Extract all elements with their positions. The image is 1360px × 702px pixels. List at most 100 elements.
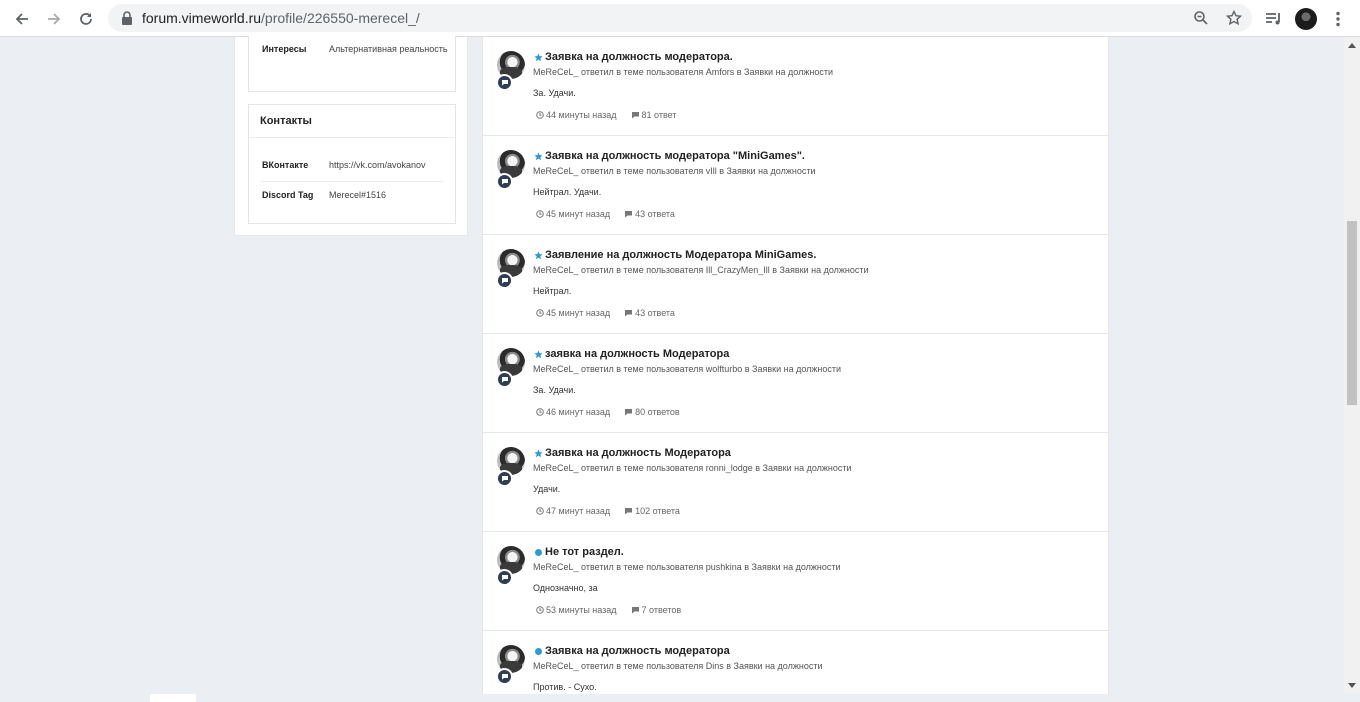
- list-item: Заявка на должность модератора MeReCeL_ …: [483, 631, 1108, 694]
- profile-sidebar: Интересы Альтернативная реальность Конта…: [234, 36, 468, 236]
- item-replies-text: 102 ответа: [635, 506, 680, 516]
- item-time-text[interactable]: 44 минуты назад: [546, 110, 617, 120]
- item-title[interactable]: Заявка на должность модератора.: [545, 51, 733, 63]
- item-replies-text: 43 ответа: [635, 308, 675, 318]
- item-time-text[interactable]: 47 минут назад: [546, 506, 610, 516]
- reload-button[interactable]: [74, 7, 98, 31]
- url-text[interactable]: forum.vimeworld.ru/profile/226550-merece…: [142, 10, 420, 26]
- item-time-text[interactable]: 53 минуты назад: [546, 605, 617, 615]
- item-title[interactable]: заявка на должность Модератора: [545, 348, 729, 360]
- item-title[interactable]: Заявление на должность Модератора MiniGa…: [545, 249, 816, 261]
- url-path: /profile/226550-merecel_/: [261, 10, 420, 26]
- item-title-row: заявка на должность Модератора: [533, 348, 729, 360]
- zoom-icon[interactable]: [1192, 9, 1210, 27]
- item-meta: MeReCeL_ ответил в теме пользователя pus…: [533, 562, 841, 572]
- item-time: 47 минут назад: [535, 506, 610, 516]
- clock-icon: [535, 309, 544, 318]
- comment-icon: [496, 272, 513, 289]
- contacts-card: Контакты ВКонтакте https://vk.com/avokan…: [248, 104, 456, 224]
- profile-button[interactable]: [1294, 7, 1318, 31]
- contacts-title: Контакты: [260, 115, 312, 127]
- scrollbar-thumb[interactable]: [1347, 221, 1357, 405]
- comment-icon: [631, 606, 640, 615]
- item-snippet: Удачи.: [533, 484, 561, 494]
- item-title[interactable]: Не тот раздел.: [545, 546, 624, 558]
- featured-star-icon: [533, 52, 543, 62]
- more-vertical-icon: [1336, 11, 1340, 27]
- item-snippet: За. Удачи.: [533, 88, 576, 98]
- list-item: Заявление на должность Модератора MiniGa…: [483, 235, 1108, 334]
- media-control-button[interactable]: [1262, 7, 1286, 31]
- profile-avatar: [1295, 8, 1317, 30]
- comment-icon: [496, 569, 513, 586]
- menu-button[interactable]: [1326, 7, 1350, 31]
- item-replies: 43 ответа: [624, 209, 675, 219]
- item-stats: 45 минут назад 43 ответа: [535, 209, 675, 219]
- item-title-row: Заявление на должность Модератора MiniGa…: [533, 249, 816, 261]
- item-time: 45 минут назад: [535, 308, 610, 318]
- item-title-row: Заявка на должность модератора "MiniGame…: [533, 150, 805, 162]
- item-title-row: Заявка на должность модератора.: [533, 51, 733, 63]
- item-meta: MeReCeL_ ответил в теме пользователя Amf…: [533, 67, 834, 77]
- item-title-row: Не тот раздел.: [533, 546, 624, 558]
- comment-icon: [496, 470, 513, 487]
- lock-icon[interactable]: [118, 9, 136, 27]
- item-stats: 44 минуты назад 81 ответ: [535, 110, 677, 120]
- item-title[interactable]: Заявка на должность модератора "MiniGame…: [545, 150, 805, 162]
- item-time-text[interactable]: 45 минут назад: [546, 308, 610, 318]
- browser-toolbar: forum.vimeworld.ru/profile/226550-merece…: [0, 0, 1360, 37]
- item-time-text[interactable]: 45 минут назад: [546, 209, 610, 219]
- item-replies: 7 ответов: [631, 605, 681, 615]
- item-time: 53 минуты назад: [535, 605, 617, 615]
- list-item: заявка на должность Модератора MeReCeL_ …: [483, 334, 1108, 433]
- item-meta: MeReCeL_ ответил в теме пользователя wol…: [533, 364, 842, 374]
- arrow-right-icon: [48, 13, 61, 25]
- featured-star-icon: [533, 349, 543, 359]
- item-replies: 43 ответа: [624, 308, 675, 318]
- item-stats: 53 минуты назад 7 ответов: [535, 605, 681, 615]
- featured-star-icon: [533, 151, 543, 161]
- item-title-row: Заявка на должность модератора: [533, 645, 730, 657]
- page-scrollbar[interactable]: [1344, 37, 1360, 694]
- interests-label: Интересы: [262, 44, 307, 54]
- bottom-tab: [150, 694, 196, 702]
- unread-dot-icon: [533, 646, 543, 656]
- comment-icon: [496, 668, 513, 685]
- contact-value-vk[interactable]: https://vk.com/avokanov: [329, 159, 449, 172]
- clock-icon: [535, 408, 544, 417]
- item-replies: 102 ответа: [624, 506, 680, 516]
- playlist-icon: [1266, 13, 1280, 25]
- comment-icon: [624, 408, 633, 417]
- featured-star-icon: [533, 250, 543, 260]
- scroll-up-arrow-icon[interactable]: [1348, 43, 1356, 48]
- item-snippet: Однозначно, за: [533, 583, 598, 593]
- back-button[interactable]: [10, 7, 34, 31]
- arrow-left-icon: [15, 13, 28, 25]
- reload-icon: [80, 13, 92, 25]
- item-title[interactable]: Заявка на должность модератора: [545, 645, 730, 657]
- contact-value-discord: Merecel#1516: [329, 190, 387, 200]
- item-time-text[interactable]: 46 минут назад: [546, 407, 610, 417]
- comment-icon: [496, 74, 513, 91]
- about-card: Интересы Альтернативная реальность: [248, 36, 456, 92]
- item-replies-text: 81 ответ: [641, 110, 677, 120]
- featured-star-icon: [533, 448, 543, 458]
- item-time: 44 минуты назад: [535, 110, 617, 120]
- comment-icon: [624, 507, 633, 516]
- divider: [261, 181, 443, 182]
- item-stats: 47 минут назад 102 ответа: [535, 506, 680, 516]
- bookmark-star-icon[interactable]: [1225, 9, 1243, 27]
- item-title[interactable]: Заявка на должность Модератора: [545, 447, 731, 459]
- clock-icon: [535, 606, 544, 615]
- item-snippet: Нейтрал. Удачи.: [533, 187, 602, 197]
- address-bar[interactable]: forum.vimeworld.ru/profile/226550-merece…: [108, 4, 1252, 32]
- item-snippet: Нейтрал.: [533, 286, 572, 296]
- item-replies: 80 ответов: [624, 407, 680, 417]
- comment-icon: [496, 173, 513, 190]
- list-item: Заявка на должность модератора. MeReCeL_…: [483, 37, 1108, 136]
- scroll-down-arrow-icon[interactable]: [1348, 683, 1356, 688]
- item-snippet: Против. - Сухо.: [533, 682, 597, 692]
- item-time: 45 минут назад: [535, 209, 610, 219]
- comment-icon: [624, 309, 633, 318]
- forward-button[interactable]: [42, 7, 66, 31]
